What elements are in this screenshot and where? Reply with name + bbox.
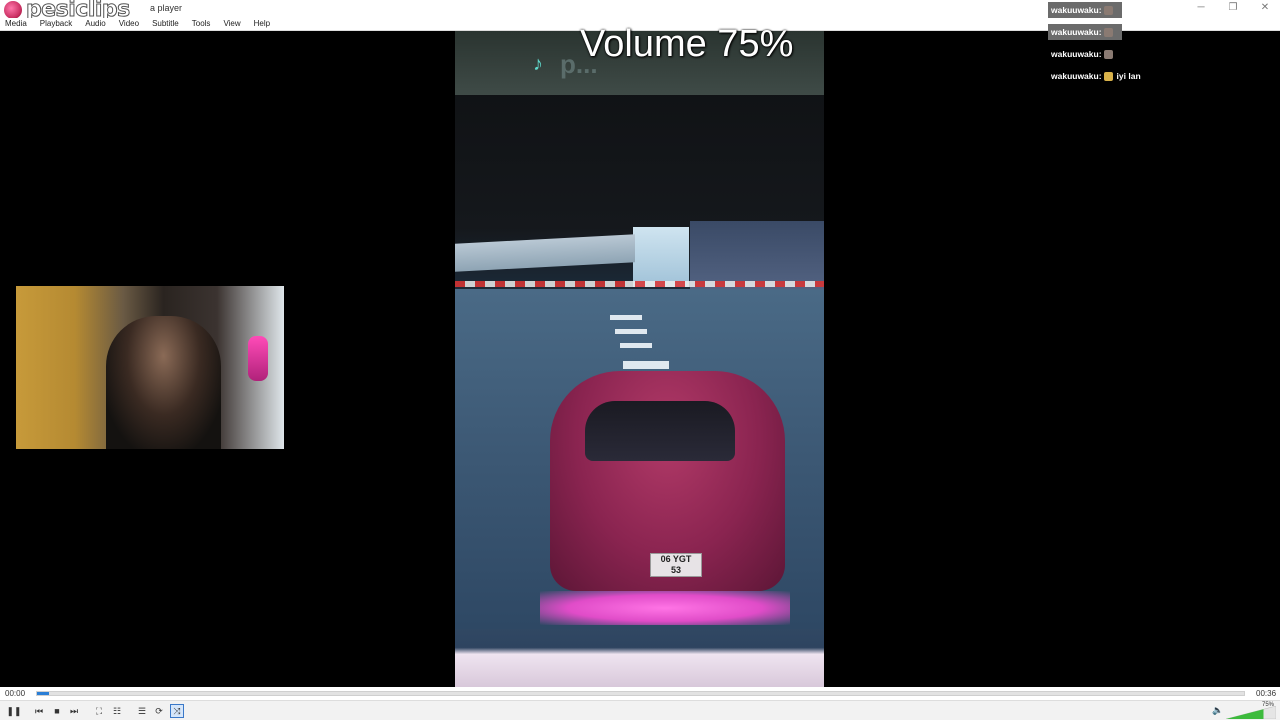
window-title: a player	[150, 3, 183, 13]
plate-line-2: 53	[670, 565, 681, 575]
total-time: 00:36	[1256, 689, 1277, 698]
pause-button[interactable]: ❚❚	[6, 704, 22, 718]
channel-logo: pesiclips	[4, 0, 131, 22]
skip-forward-icon: ⏭	[69, 705, 79, 716]
plate-line-1: 06 YGT	[660, 554, 692, 564]
tiktok-icon: ♪	[533, 53, 543, 75]
shuffle-button[interactable]: ⤨	[170, 704, 184, 718]
chat-username: wakuuwaku:	[1051, 71, 1102, 81]
chat-username: wakuuwaku:	[1051, 49, 1102, 59]
next-button[interactable]: ⏭	[67, 704, 81, 718]
menu-audio[interactable]: Audio	[85, 18, 105, 30]
emote-icon	[1103, 71, 1113, 81]
loop-icon: ⟳	[155, 705, 163, 716]
video-frame[interactable]: ♪ p... 06 YGT 53	[455, 31, 824, 687]
chat-username: wakuuwaku:	[1051, 5, 1102, 15]
loop-button[interactable]: ⟳	[152, 704, 166, 718]
track-barrier	[455, 281, 824, 287]
previous-button[interactable]: ⏮	[32, 704, 46, 718]
lane-marking	[610, 315, 642, 320]
chat-message: wakuuwaku:	[1048, 2, 1122, 18]
emote-icon	[1103, 27, 1113, 37]
menu-view[interactable]: View	[223, 18, 240, 30]
volume-percent: 75%	[1262, 702, 1275, 708]
control-bar: ❚❚ ⏮ ■ ⏭ ⛶ ☷ ☰ ⟳ ⤨ 🔈 75%	[0, 700, 1280, 720]
chat-message: wakuuwaku: iyi lan	[1048, 68, 1280, 84]
chat-message: wakuuwaku:	[1048, 46, 1280, 62]
seek-slider[interactable]	[36, 691, 1245, 696]
logo-text: pesiclips	[26, 0, 131, 22]
menu-subtitle[interactable]: Subtitle	[152, 18, 179, 30]
menu-media[interactable]: Media	[5, 18, 27, 30]
lane-marking	[623, 361, 669, 369]
chat-username: wakuuwaku:	[1051, 27, 1102, 37]
seek-row: 00:00 00:36	[0, 687, 1280, 700]
emote-icon	[1103, 5, 1113, 15]
webcam-overlay	[16, 286, 284, 449]
lane-marking	[620, 343, 652, 348]
chat-message: wakuuwaku:	[1048, 24, 1122, 40]
skip-back-icon: ⏮	[34, 705, 44, 716]
tower	[633, 227, 689, 287]
stop-icon: ■	[54, 706, 60, 716]
current-time: 00:00	[5, 689, 26, 698]
underglow	[540, 591, 790, 625]
playlist-icon: ☰	[137, 705, 147, 716]
pause-icon: ❚❚	[6, 705, 22, 716]
menu-playback[interactable]: Playback	[40, 18, 72, 30]
pink-bottle	[248, 336, 268, 381]
car-rear-window	[585, 401, 735, 461]
playlist-button[interactable]: ☰	[135, 704, 149, 718]
extended-settings-button[interactable]: ☷	[110, 704, 124, 718]
overpass	[455, 234, 635, 272]
fullscreen-button[interactable]: ⛶	[92, 704, 106, 718]
license-plate: 06 YGT 53	[650, 553, 702, 577]
shuffle-icon: ⤨	[173, 705, 181, 716]
stop-button[interactable]: ■	[50, 704, 64, 718]
lane-marking	[615, 329, 647, 334]
menu-tools[interactable]: Tools	[192, 18, 211, 30]
equalizer-icon: ☷	[112, 705, 122, 716]
fullscreen-icon: ⛶	[95, 705, 103, 716]
menu-video[interactable]: Video	[119, 18, 139, 30]
chat-text: iyi lan	[1116, 71, 1141, 81]
speaker-icon[interactable]: 🔈	[1212, 705, 1223, 716]
emote-icon	[1103, 49, 1113, 59]
seek-progress	[37, 692, 50, 695]
menu-help[interactable]: Help	[254, 18, 270, 30]
chat-overlay: wakuuwaku: wakuuwaku: wakuuwaku: wakuuwa…	[1048, 2, 1280, 90]
logo-icon	[4, 1, 22, 19]
streamer	[106, 316, 221, 449]
volume-osd: Volume 75%	[580, 23, 794, 65]
